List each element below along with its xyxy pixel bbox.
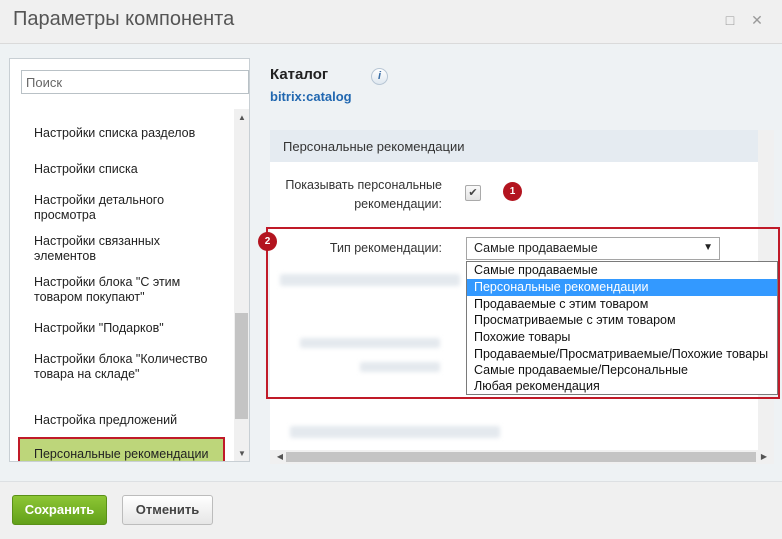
- show-recommendations-label: Показывать персональные рекомендации:: [285, 178, 442, 211]
- option-item[interactable]: Самые продаваемые/Персональные: [467, 362, 777, 379]
- sidebar-item-list[interactable]: Настройки списка: [34, 162, 224, 177]
- sections-panel: Настройки списка разделов Настройки спис…: [9, 58, 250, 462]
- save-button[interactable]: Сохранить: [12, 495, 107, 525]
- sidebar-item-personal-recommendations[interactable]: Персональные рекомендации: [18, 437, 225, 461]
- sidebar-item-label: Персональные рекомендации: [34, 447, 209, 461]
- recommendation-type-select[interactable]: Самые продаваемые ▼: [466, 237, 720, 260]
- dropdown-arrow-icon: ▼: [703, 242, 713, 253]
- dialog-title: Параметры компонента: [13, 8, 235, 30]
- option-item[interactable]: Продаваемые с этим товаром: [467, 296, 777, 313]
- option-item[interactable]: Похожие товары: [467, 329, 777, 346]
- sidebar-item-offers[interactable]: Настройка предложений: [34, 413, 224, 428]
- sidebar-item-stock-quantity[interactable]: Настройки блока "Количество товара на ск…: [34, 352, 224, 382]
- info-icon[interactable]: i: [371, 68, 388, 85]
- option-item[interactable]: Любая рекомендация: [467, 378, 777, 395]
- sidebar-item-bought-together[interactable]: Настройки блока "С этим товаром покупают…: [34, 275, 224, 305]
- option-item[interactable]: Просматриваемые с этим товаром: [467, 312, 777, 329]
- option-item[interactable]: Самые продаваемые: [467, 262, 777, 279]
- option-item-selected[interactable]: Персональные рекомендации: [467, 279, 777, 296]
- scroll-down-icon[interactable]: ▼: [234, 447, 249, 461]
- recommendation-type-options: Самые продаваемые Персональные рекоменда…: [466, 261, 778, 395]
- step-badge-1: 1: [503, 182, 522, 201]
- sidebar-item-detail[interactable]: Настройки детального просмотра: [34, 193, 224, 223]
- sidebar-item-related[interactable]: Настройки связанных элементов: [34, 234, 224, 264]
- scroll-up-icon[interactable]: ▲: [234, 111, 249, 125]
- component-title: Каталог: [270, 66, 329, 83]
- select-value: Самые продаваемые: [474, 241, 598, 255]
- recommendation-type-label: Тип рекомендации:: [329, 241, 442, 255]
- dialog-content: Настройки списка разделов Настройки спис…: [0, 44, 782, 481]
- sidebar-scrollbar[interactable]: ▲ ▼: [234, 109, 249, 461]
- dialog-footer: [0, 481, 782, 539]
- sidebar-item-sections-list[interactable]: Настройки списка разделов: [34, 126, 224, 141]
- maximize-icon[interactable]: □: [722, 12, 738, 28]
- sidebar-item-gifts[interactable]: Настройки "Подарков": [34, 321, 224, 336]
- cancel-button[interactable]: Отменить: [122, 495, 213, 525]
- option-item[interactable]: Продаваемые/Просматриваемые/Похожие това…: [467, 346, 777, 363]
- scroll-thumb[interactable]: [286, 452, 756, 462]
- settings-horizontal-scrollbar[interactable]: ◀ ▶: [270, 450, 774, 464]
- search-input[interactable]: [21, 70, 249, 94]
- section-title: Персональные рекомендации: [283, 139, 465, 154]
- show-recommendations-checkbox[interactable]: ✔: [465, 185, 481, 201]
- scroll-right-icon[interactable]: ▶: [756, 450, 772, 464]
- blurred-row: [290, 426, 500, 438]
- close-icon[interactable]: ✕: [749, 12, 765, 28]
- section-header: Персональные рекомендации: [270, 130, 758, 162]
- title-bar: Параметры компонента □ ✕: [0, 0, 782, 44]
- component-code: bitrix:catalog: [270, 89, 352, 104]
- scroll-thumb[interactable]: [235, 313, 248, 419]
